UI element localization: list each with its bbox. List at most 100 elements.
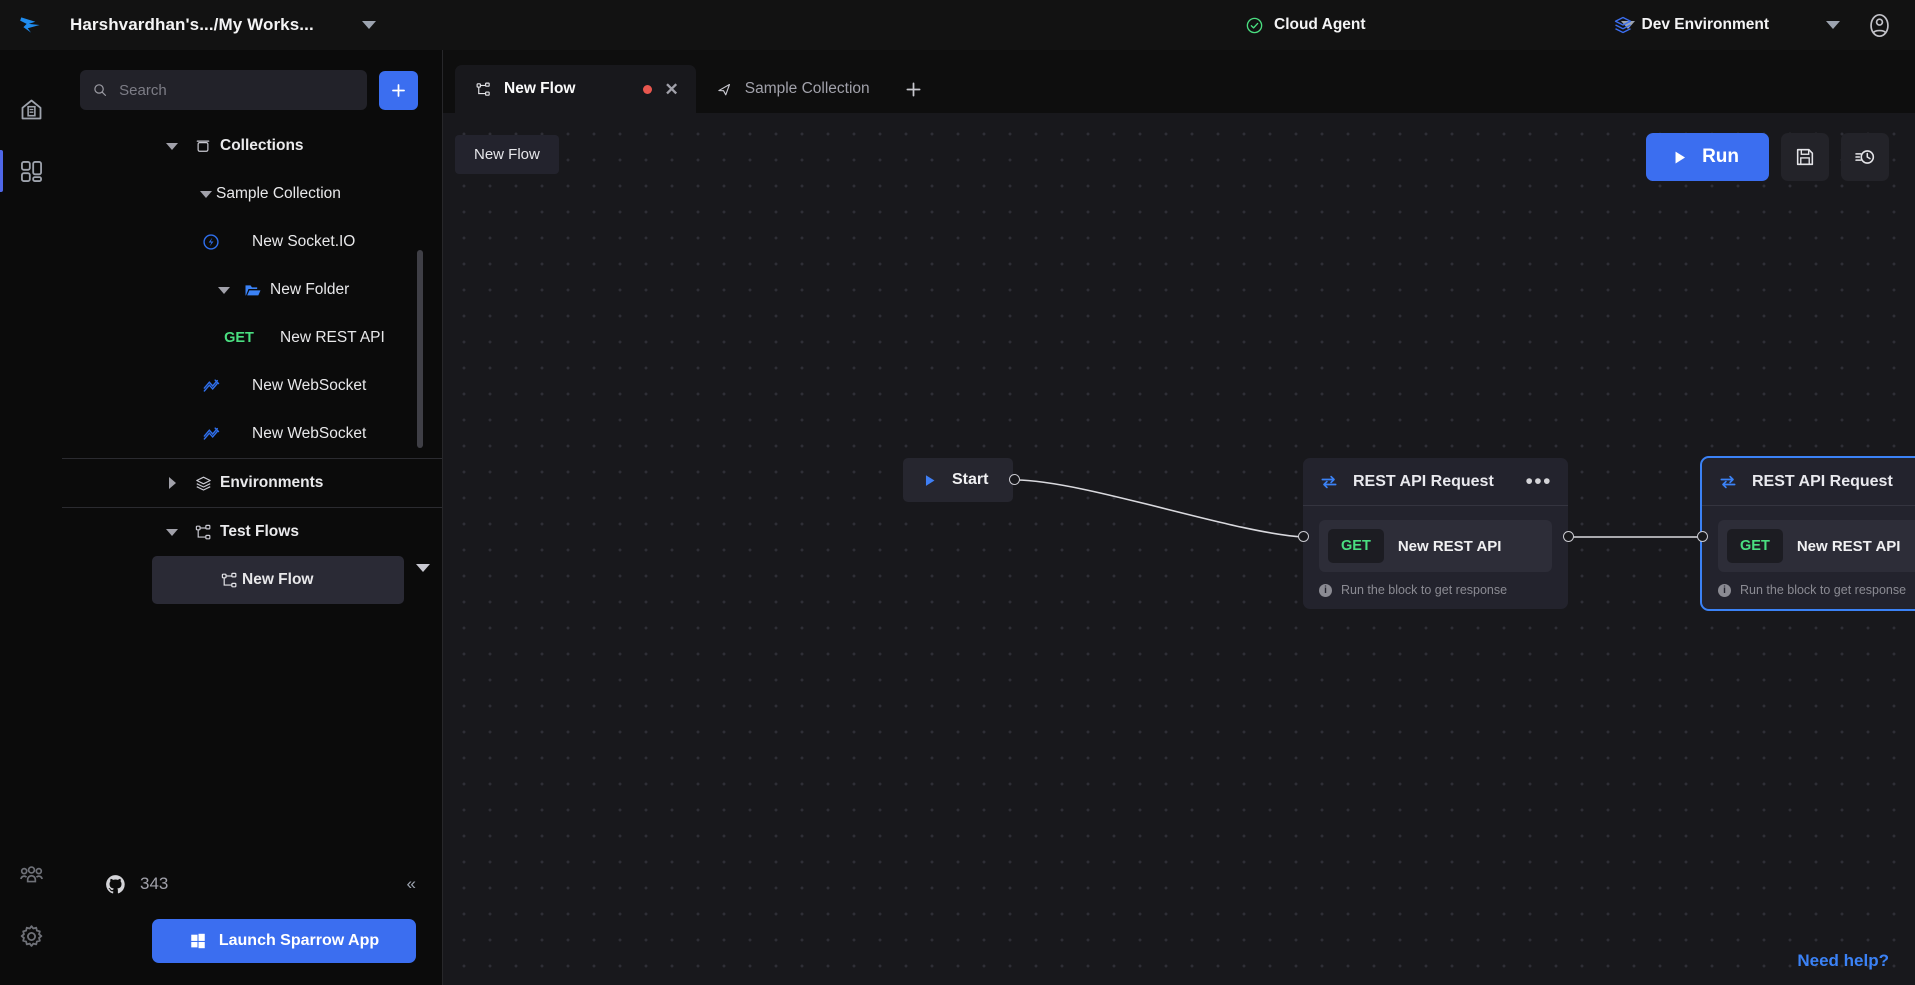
node-title: REST API Request [1752, 472, 1893, 490]
sidebar-item-new-folder[interactable]: New Folder [62, 266, 442, 314]
environment-label: Dev Environment [1641, 16, 1769, 33]
search-input[interactable] [119, 81, 355, 99]
sidebar-item-collections[interactable]: Collections [62, 122, 442, 170]
twisty-down-icon[interactable] [158, 528, 186, 536]
windows-icon [191, 933, 205, 949]
top-bar: Harshvardhan's.../My Works... Cloud Agen… [0, 0, 1915, 50]
api-request-chip[interactable]: GET New REST API [1319, 520, 1552, 572]
node-start-label: Start [952, 471, 989, 488]
port-rest1-out[interactable] [1563, 531, 1574, 542]
close-icon[interactable]: ✕ [664, 81, 678, 98]
gear-icon [20, 924, 42, 947]
layers-icon [188, 474, 218, 493]
rail-item-settings[interactable] [0, 905, 62, 967]
plus-icon [906, 82, 921, 96]
history-button[interactable] [1841, 133, 1889, 181]
node-rest-api-request-2[interactable]: REST API Request ••• GET New REST API i … [1700, 456, 1915, 611]
sparrow-bird-logo-icon [20, 17, 40, 33]
canvas-toolbar: Run [1646, 133, 1889, 181]
twisty-down-icon[interactable] [192, 190, 220, 198]
top-bar-right: Dev Environment [1613, 0, 1915, 50]
sidebar: Collections Sample Collection New Socket… [62, 50, 443, 985]
sidebar-item-label: New WebSocket [252, 425, 367, 442]
sidebar-item-label: Test Flows [220, 523, 299, 540]
check-circle-icon [1246, 17, 1263, 33]
twisty-down-icon[interactable] [158, 142, 186, 150]
flow-canvas[interactable]: New Flow Run Start REST API Request ••• … [443, 113, 1915, 985]
chevron-down-icon[interactable] [1826, 21, 1840, 29]
rail-item-workspaces[interactable] [0, 140, 62, 202]
sidebar-scrollbar[interactable] [417, 250, 423, 448]
sidebar-item-new-rest-api[interactable]: GET New REST API [62, 314, 442, 362]
more-dots-icon[interactable]: ••• [1525, 471, 1552, 492]
node-hint: i Run the block to get response [1718, 583, 1915, 597]
flow-icon [214, 571, 244, 590]
search-box[interactable] [80, 70, 367, 110]
tab-new-flow[interactable]: New Flow ✕ [455, 65, 696, 113]
sidebar-item-new-websocket-1[interactable]: New WebSocket [62, 362, 442, 410]
exchange-arrows-icon [1720, 475, 1736, 488]
node-start[interactable]: Start [903, 458, 1013, 502]
rail-item-community[interactable] [0, 843, 62, 905]
workspace-name[interactable]: Harshvardhan's.../My Works... [70, 15, 314, 35]
run-button-label: Run [1702, 146, 1739, 167]
node-title: REST API Request [1353, 472, 1494, 490]
sidebar-item-test-flows[interactable]: Test Flows [62, 508, 442, 556]
twisty-down-icon[interactable] [210, 286, 238, 294]
environment-selector[interactable]: Dev Environment [1613, 15, 1840, 35]
tab-sample-collection[interactable]: Sample Collection [696, 65, 887, 113]
github-star-row[interactable]: 343 « [62, 855, 442, 913]
tab-label: New Flow [504, 80, 576, 97]
chevron-down-icon[interactable] [361, 21, 376, 29]
main-area: New Flow ✕ Sample Collection New Flow Ru… [443, 50, 1915, 985]
sidebar-item-new-websocket-2[interactable]: New WebSocket [62, 410, 442, 458]
rail-bottom-group [0, 843, 62, 985]
port-start-out[interactable] [1009, 474, 1020, 485]
sidebar-search-row [62, 50, 442, 122]
layers-icon [1614, 16, 1631, 34]
port-rest1-in[interactable] [1298, 531, 1309, 542]
port-rest2-in[interactable] [1697, 531, 1708, 542]
twisty-right-icon[interactable] [158, 477, 186, 489]
play-icon [925, 474, 935, 486]
sidebar-item-sample-collection[interactable]: Sample Collection [62, 170, 442, 218]
cloud-agent-label: Cloud Agent [1274, 16, 1366, 33]
node-header: REST API Request ••• [1303, 458, 1568, 506]
sidebar-collapse-button[interactable]: « [407, 874, 416, 894]
info-icon: i [1718, 583, 1731, 597]
api-request-name: New REST API [1397, 537, 1502, 555]
github-star-count: 343 [140, 874, 169, 893]
sidebar-tree: Collections Sample Collection New Socket… [62, 122, 442, 855]
sidebar-footer: 343 « Launch Sparrow App [62, 855, 442, 985]
node-body: GET New REST API i Run the block to get … [1303, 506, 1568, 609]
plus-icon [392, 83, 405, 97]
avatar[interactable] [1866, 12, 1893, 39]
save-button[interactable] [1781, 133, 1829, 181]
cloud-agent-selector[interactable]: Cloud Agent [1245, 0, 1635, 50]
node-body: GET New REST API i Run the block to get … [1702, 506, 1915, 609]
info-icon: i [1319, 583, 1332, 597]
websocket-icon [196, 424, 226, 444]
workspace-grid-icon [20, 160, 42, 182]
api-request-chip[interactable]: GET New REST API [1718, 520, 1915, 572]
method-badge: GET [1727, 529, 1783, 563]
sidebar-item-label: Collections [220, 137, 304, 154]
method-badge: GET [1328, 529, 1384, 563]
sidebar-item-environments[interactable]: Environments [62, 459, 442, 507]
community-people-icon [19, 865, 43, 882]
sidebar-scroll-down-icon[interactable] [416, 564, 430, 572]
sidebar-item-new-flow[interactable]: New Flow [152, 556, 404, 604]
launch-sparrow-app-button[interactable]: Launch Sparrow App [152, 919, 416, 963]
sidebar-item-label: Sample Collection [216, 185, 341, 202]
new-tab-button[interactable] [897, 69, 931, 109]
app-logo[interactable] [0, 12, 62, 38]
run-button[interactable]: Run [1646, 133, 1769, 181]
rail-item-home[interactable] [0, 78, 62, 140]
need-help-link[interactable]: Need help? [1797, 951, 1889, 971]
sidebar-item-new-socketio[interactable]: New Socket.IO [62, 218, 442, 266]
add-item-button[interactable] [379, 70, 418, 110]
node-rest-api-request-1[interactable]: REST API Request ••• GET New REST API i … [1303, 458, 1568, 609]
flow-icon [188, 523, 218, 542]
flow-edges [1014, 479, 1702, 538]
collections-box-icon [188, 137, 218, 155]
